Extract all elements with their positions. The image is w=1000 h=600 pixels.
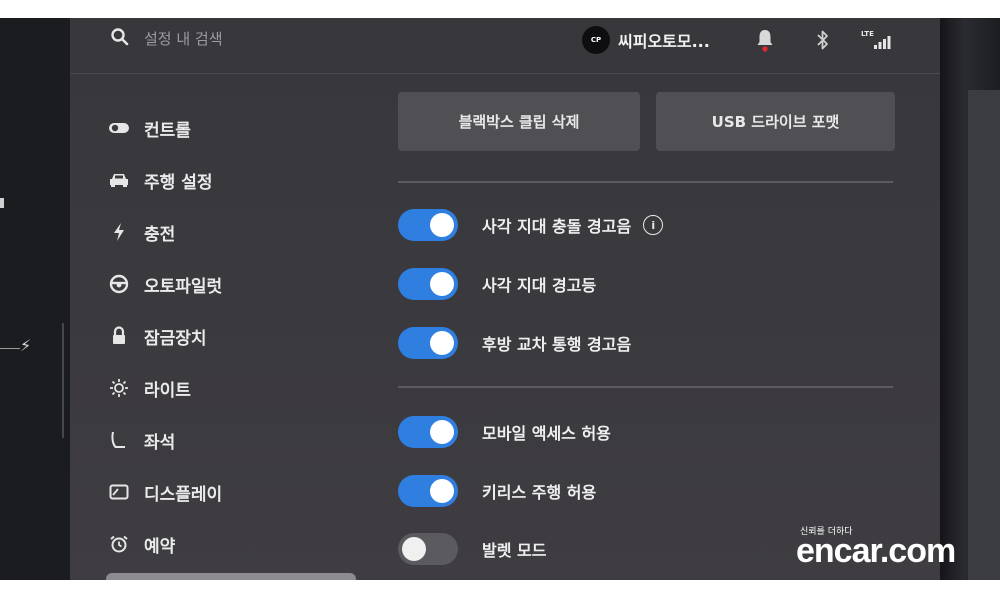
toggle-knob (430, 213, 454, 237)
avatar: CP (582, 26, 610, 54)
info-icon[interactable]: i (643, 215, 664, 235)
toggle-knob (430, 331, 454, 355)
toggle-knob (430, 479, 454, 503)
blind-spot-chime-setting: 사각 지대 충돌 경고음 i (398, 207, 664, 243)
sidebar-item-label: 잠금장치 (144, 328, 207, 349)
seat-icon (108, 429, 130, 451)
rear-cross-traffic-label: 후방 교차 통행 경고음 (482, 335, 632, 354)
profile-name: 씨피오토모... (618, 32, 710, 51)
blind-spot-light-setting: 사각 지대 경고등 (398, 266, 596, 302)
mobile-access-toggle[interactable] (398, 416, 458, 448)
mobile-access-label: 모바일 액세스 허용 (482, 424, 611, 443)
sidebar-item-lights[interactable]: 라이트 (108, 368, 348, 408)
car-icon (108, 169, 130, 191)
lightning-icon: ⚡ (20, 336, 32, 355)
keyless-driving-setting: 키리스 주행 허용 (398, 473, 596, 509)
bell-icon[interactable] (754, 28, 776, 52)
toggle-knob (430, 420, 454, 444)
toggle-knob (430, 272, 454, 296)
sidebar-item-driving[interactable]: 주행 설정 (108, 160, 348, 200)
scroll-track (62, 323, 64, 438)
search-icon (110, 27, 130, 51)
display-icon (108, 481, 130, 503)
right-bezel (940, 18, 1000, 580)
sidebar-item-autopilot[interactable]: 오토파일럿 (108, 264, 348, 304)
blind-spot-chime-label: 사각 지대 충돌 경고음 (482, 217, 632, 236)
left-bezel: ⚡ (0, 18, 70, 580)
sidebar-item-label: 예약 (144, 536, 176, 557)
lte-label: LTE (861, 30, 874, 38)
sidebar-item-label: 좌석 (144, 432, 176, 453)
sidebar-item-seats[interactable]: 좌석 (108, 420, 348, 460)
sidebar-item-schedule[interactable]: 예약 (108, 524, 348, 564)
rear-cross-traffic-setting: 후방 교차 통행 경고음 (398, 325, 631, 361)
profile-button[interactable]: CP 씨피오토모... (582, 26, 710, 54)
sidebar-item-charging[interactable]: 충전 (108, 212, 348, 252)
format-usb-button[interactable]: USB 드라이브 포맷 (656, 92, 895, 151)
charge-line (0, 348, 20, 349)
sidebar-item-locks[interactable]: 잠금장치 (108, 316, 348, 356)
alarm-clock-icon (108, 533, 130, 555)
search-bar[interactable] (110, 27, 344, 51)
section-divider (398, 386, 893, 388)
sidebar-item-display[interactable]: 디스플레이 (108, 472, 348, 512)
sidebar-selected-indicator (106, 573, 356, 580)
mobile-access-setting: 모바일 액세스 허용 (398, 414, 611, 450)
lock-icon (108, 325, 130, 347)
toggle-knob (402, 537, 426, 561)
sidebar-item-label: 오토파일럿 (144, 276, 223, 297)
valet-mode-setting: 발렛 모드 (398, 531, 546, 567)
rear-cross-traffic-toggle[interactable] (398, 327, 458, 359)
keyless-driving-toggle[interactable] (398, 475, 458, 507)
toggle-icon (108, 117, 130, 139)
watermark-brand: encar.com (796, 532, 956, 570)
delete-dashcam-clips-button[interactable]: 블랙박스 클립 삭제 (398, 92, 640, 151)
valet-mode-toggle[interactable] (398, 533, 458, 565)
sun-icon (108, 377, 130, 399)
sidebar-item-label: 컨트롤 (144, 120, 191, 141)
steering-wheel-icon (108, 273, 130, 295)
bluetooth-icon[interactable] (812, 28, 834, 52)
valet-mode-label: 발렛 모드 (482, 541, 547, 560)
sidebar-item-label: 디스플레이 (144, 484, 223, 505)
keyless-driving-label: 키리스 주행 허용 (482, 483, 597, 502)
lte-signal-icon: LTE (860, 28, 894, 52)
sidebar-item-label: 라이트 (144, 380, 191, 401)
search-input[interactable] (144, 30, 344, 48)
settings-screen: CP 씨피오토모... LTE (70, 18, 940, 580)
edge-mark (0, 198, 4, 208)
blind-spot-light-toggle[interactable] (398, 268, 458, 300)
lightning-icon (108, 221, 130, 243)
sidebar-item-controls[interactable]: 컨트롤 (108, 108, 348, 148)
blind-spot-light-label: 사각 지대 경고등 (482, 276, 597, 295)
sidebar-item-label: 주행 설정 (144, 172, 213, 193)
top-bar: CP 씨피오토모... LTE (70, 18, 940, 74)
side-panel (968, 90, 1000, 580)
sidebar-item-label: 충전 (144, 224, 176, 245)
blind-spot-chime-toggle[interactable] (398, 209, 458, 241)
section-divider (398, 181, 893, 183)
